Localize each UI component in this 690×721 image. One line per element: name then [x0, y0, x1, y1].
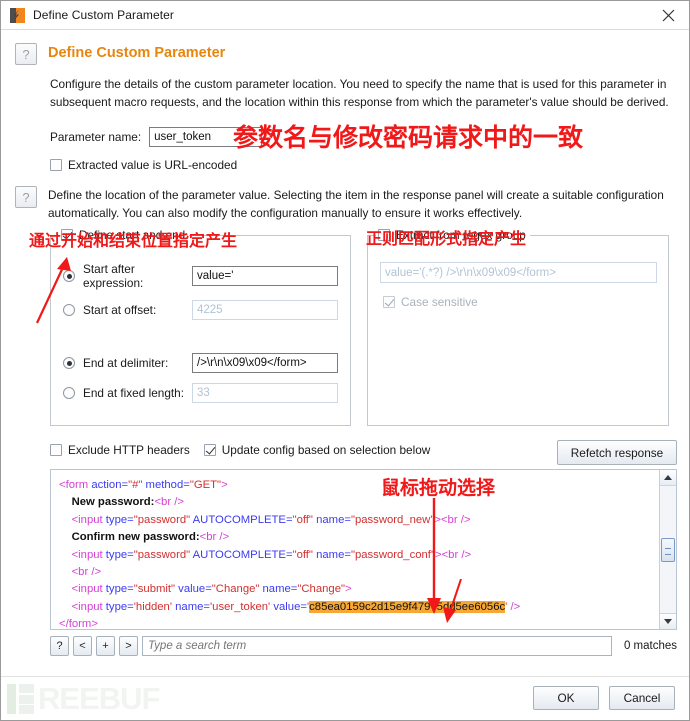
define-custom-parameter-dialog: Define Custom Parameter ? Define Custom … [0, 0, 690, 721]
end-at-fixed-length-radio[interactable] [63, 387, 75, 399]
dialog-body: ? Define Custom Parameter Configure the … [1, 30, 689, 656]
extract-regex-checkbox[interactable] [378, 229, 390, 241]
code-panel-scrollbar[interactable] [659, 470, 676, 629]
end-at-delimiter-label: End at delimiter: [83, 356, 169, 370]
regex-input[interactable] [380, 262, 657, 283]
url-encoded-row[interactable]: Extracted value is URL-encoded [50, 158, 689, 172]
case-sensitive-label: Case sensitive [401, 295, 478, 309]
parameter-name-label: Parameter name: [50, 130, 142, 144]
search-prev-button[interactable]: < [73, 636, 92, 656]
start-at-offset-row[interactable]: Start at offset: [63, 300, 338, 320]
burp-suite-icon [10, 7, 25, 23]
page-title: Define Custom Parameter [48, 45, 226, 61]
ok-button[interactable]: OK [533, 686, 599, 710]
section1-description: Configure the details of the custom para… [50, 77, 669, 109]
section-define-location: ? Define the location of the parameter v… [1, 172, 689, 222]
url-encoded-label: Extracted value is URL-encoded [68, 158, 238, 172]
scroll-down-icon[interactable] [660, 613, 676, 629]
response-code-text[interactable]: <form action="#" method="GET"> New passw… [51, 470, 659, 629]
end-at-fixed-length-row[interactable]: End at fixed length: [63, 383, 338, 403]
close-icon[interactable] [647, 1, 689, 29]
window-title: Define Custom Parameter [33, 8, 175, 22]
title-bar: Define Custom Parameter [1, 1, 689, 30]
search-bar: ? < + > 0 matches [50, 636, 677, 656]
search-next-button[interactable]: > [119, 636, 138, 656]
code-line: New password:<br /> [71, 496, 184, 509]
cancel-button[interactable]: Cancel [609, 686, 675, 710]
extract-regex-legend[interactable]: Extract from regex group [376, 228, 530, 242]
section-define-parameter: ? Define Custom Parameter [1, 30, 689, 65]
start-after-expression-label: Start after expression: [83, 262, 144, 290]
extract-regex-group: Extract from regex group Case sensitive [367, 228, 669, 426]
define-start-end-legend[interactable]: Define start and end [59, 228, 190, 242]
code-line: Confirm new password:<br /> [71, 531, 230, 544]
exclude-http-headers-row[interactable]: Exclude HTTP headers [50, 443, 190, 457]
search-help-button[interactable]: ? [50, 636, 69, 656]
start-at-offset-radio[interactable] [63, 304, 75, 316]
help-icon-1[interactable]: ? [15, 43, 37, 65]
start-after-expression-row[interactable]: Start after expression: [63, 262, 338, 290]
dialog-footer: OK Cancel [1, 676, 689, 720]
options-bar: Exclude HTTP headers Update config based… [50, 440, 677, 465]
start-at-offset-input[interactable] [192, 300, 338, 320]
case-sensitive-checkbox[interactable] [383, 296, 395, 308]
update-config-row[interactable]: Update config based on selection below [203, 443, 431, 457]
case-sensitive-row[interactable]: Case sensitive [383, 295, 656, 309]
end-at-fixed-length-input[interactable] [192, 383, 338, 403]
define-start-end-group: Define start and end Start after express… [50, 228, 351, 426]
parameter-name-input[interactable] [149, 127, 263, 147]
exclude-http-headers-checkbox[interactable] [50, 444, 62, 456]
end-at-delimiter-radio[interactable] [63, 357, 75, 369]
update-config-checkbox[interactable] [203, 444, 216, 456]
search-matches-count: 0 matches [623, 640, 677, 652]
url-encoded-checkbox[interactable] [50, 159, 62, 171]
start-after-expression-radio[interactable] [63, 270, 75, 282]
scrollbar-thumb[interactable] [661, 538, 675, 562]
location-config-groups: Define start and end Start after express… [50, 228, 689, 426]
start-after-expression-input[interactable] [192, 266, 338, 286]
end-at-delimiter-input[interactable] [192, 353, 338, 373]
code-line: <input type="password" AUTOCOMPLETE="off… [71, 548, 472, 561]
update-config-label: Update config based on selection below [221, 443, 431, 457]
define-start-end-label: Define start and end [79, 228, 186, 242]
response-code-panel[interactable]: <form action="#" method="GET"> New passw… [50, 469, 677, 630]
define-start-end-checkbox[interactable] [61, 229, 73, 241]
code-line: <input type="submit" value="Change" name… [71, 583, 352, 596]
end-at-fixed-length-label: End at fixed length: [83, 386, 184, 400]
code-line: </form> [59, 618, 98, 629]
search-input[interactable] [142, 636, 612, 656]
exclude-http-headers-label: Exclude HTTP headers [68, 443, 190, 457]
start-at-offset-label: Start at offset: [83, 303, 157, 317]
search-add-button[interactable]: + [96, 636, 115, 656]
extract-regex-label: Extract from regex group [396, 228, 526, 242]
end-at-delimiter-row[interactable]: End at delimiter: [63, 353, 338, 373]
refetch-response-button[interactable]: Refetch response [557, 440, 677, 465]
help-icon-2[interactable]: ? [15, 186, 37, 208]
scroll-up-icon[interactable] [660, 470, 676, 486]
code-line: <form action="#" method="GET"> [59, 479, 228, 491]
code-line: <br /> [71, 566, 102, 579]
parameter-name-row: Parameter name: [50, 127, 689, 147]
code-line: <input type='hidden' name='user_token' v… [71, 600, 521, 613]
code-line: <input type="password" AUTOCOMPLETE="off… [71, 513, 471, 526]
section2-description: Define the location of the parameter val… [48, 188, 664, 220]
